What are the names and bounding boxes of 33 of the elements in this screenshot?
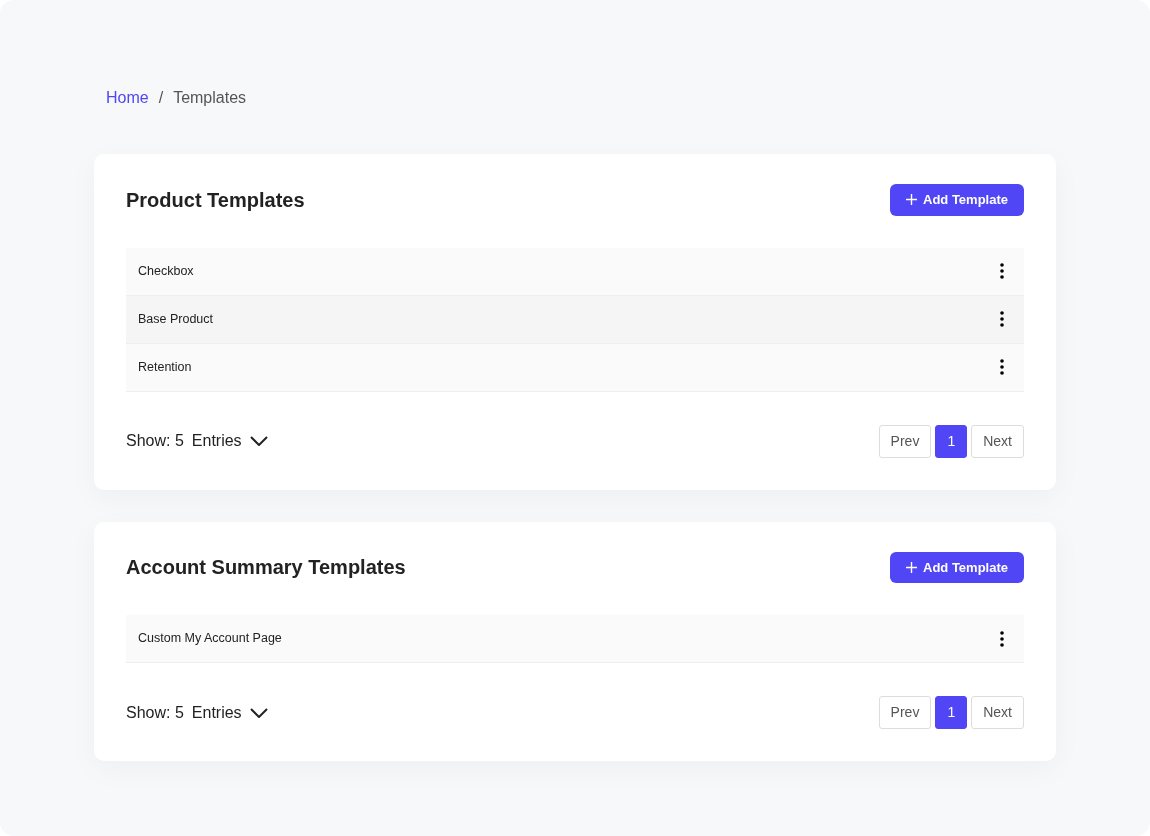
more-icon (1000, 359, 1004, 376)
page-button[interactable]: 1 (935, 424, 968, 458)
chevron-down-icon (249, 436, 268, 446)
section-title: Account Summary Templates (126, 555, 406, 580)
more-icon (1000, 263, 1004, 280)
more-icon (1000, 630, 1004, 647)
breadcrumb-current: Templates (173, 88, 247, 108)
template-row[interactable]: Base Product (126, 295, 1024, 344)
plus-icon (906, 194, 917, 206)
chevron-down-icon (249, 707, 268, 718)
add-template-button[interactable]: Add Template (890, 184, 1024, 216)
section-title: Product Templates (126, 187, 305, 212)
template-row[interactable]: Custom My Account Page (126, 615, 1024, 663)
template-name: Custom My Account Page (138, 630, 282, 648)
prev-button[interactable]: Prev (878, 696, 932, 729)
plus-icon (906, 561, 917, 573)
add-template-button[interactable]: Add Template (890, 551, 1024, 583)
entries-dropdown[interactable]: Entries (191, 700, 268, 725)
template-row[interactable]: Checkbox (126, 247, 1024, 296)
show-count-label: Show: 5 (126, 702, 184, 723)
template-name: Checkbox (138, 262, 194, 280)
next-button[interactable]: Next (971, 424, 1024, 458)
breadcrumb-link[interactable]: Home (106, 86, 149, 110)
page-button[interactable]: 1 (935, 696, 968, 729)
entries-dropdown[interactable]: Entries (191, 429, 268, 453)
breadcrumb-separator: / (158, 88, 164, 108)
next-button[interactable]: Next (971, 696, 1024, 729)
template-name: Base Product (138, 310, 214, 328)
more-icon (1000, 311, 1004, 328)
template-name: Retention (138, 358, 192, 376)
template-row[interactable]: Retention (126, 343, 1024, 392)
prev-button[interactable]: Prev (878, 424, 932, 458)
show-count-label: Show: 5 (126, 431, 184, 451)
